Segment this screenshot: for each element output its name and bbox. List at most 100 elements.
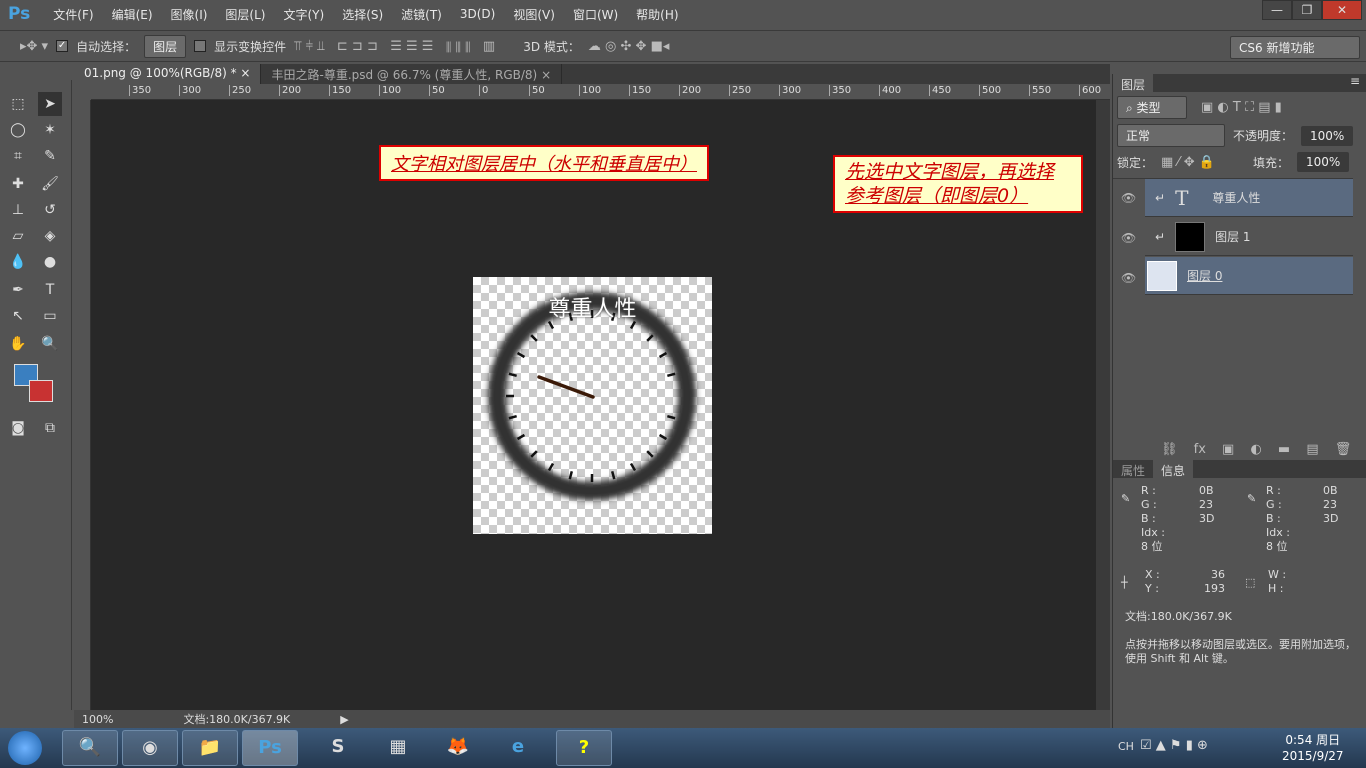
taskbar-app-search-icon[interactable]: 🔍 xyxy=(62,730,118,766)
path-select-icon[interactable]: ↖ xyxy=(6,304,30,328)
menu-select[interactable]: 选择(S) xyxy=(333,6,392,23)
menu-window[interactable]: 窗口(W) xyxy=(564,6,627,23)
document-image[interactable]: 尊重人性 xyxy=(473,277,712,534)
gauge-tick xyxy=(667,372,676,378)
menu-image[interactable]: 图像(I) xyxy=(162,6,217,23)
show-transform-checkbox[interactable] xyxy=(194,40,207,52)
stamp-tool-icon[interactable]: ⊥ xyxy=(6,198,30,222)
tab-01-png[interactable]: 01.png @ 100%(RGB/8) * × xyxy=(74,64,262,84)
right-panel: 图层 ≡ ⌕ 类型 ▣ ◐ T ⛶ ▤ ▮ 正常 不透明度： 100% 锁定： ▦… xyxy=(1112,74,1366,728)
workspace-dropdown[interactable]: CS6 新增功能 xyxy=(1230,36,1360,59)
input-language[interactable]: CH xyxy=(1118,740,1134,753)
pen-tool-icon[interactable]: ✒ xyxy=(6,278,30,302)
eye-icon[interactable]: 👁 xyxy=(1121,271,1136,285)
zoom-level[interactable]: 100% xyxy=(82,713,113,726)
taskbar-explorer-icon[interactable]: 📁 xyxy=(182,730,238,766)
taskbar-help-icon[interactable]: ? xyxy=(556,730,612,766)
auto-select-target-dropdown[interactable]: 图层 xyxy=(144,34,187,58)
menu-view[interactable]: 视图(V) xyxy=(504,6,564,23)
tab-psd[interactable]: 丰田之路-尊重.psd @ 66.7% (尊重人性, RGB/8) × xyxy=(261,64,563,84)
gauge-tick xyxy=(568,471,574,480)
eyedropper-icon: ✎ xyxy=(1121,492,1131,505)
ruler-tick-label: 450 xyxy=(929,85,951,96)
layer-row[interactable]: 图层 0 xyxy=(1145,257,1353,295)
taskbar-chrome-icon[interactable]: ◉ xyxy=(122,730,178,766)
eye-icon[interactable]: 👁 xyxy=(1121,231,1136,245)
menu-3d[interactable]: 3D(D) xyxy=(451,7,504,21)
crop-tool-icon[interactable]: ⌗ xyxy=(6,144,30,168)
ruler-tick-label: 200 xyxy=(679,85,701,96)
align-icons[interactable]: ⫪ ⫩ ⫫ ⊏ ⊐ ⊐ ☰ ☰ ☰ ⫴ ⫴ ⫴ ▥ xyxy=(294,39,495,54)
taskbar-photoshop-icon[interactable]: Ps xyxy=(242,730,298,766)
clock[interactable]: 0:54 周日 2015/9/27 xyxy=(1282,732,1344,764)
blur-tool-icon[interactable]: 💧 xyxy=(6,250,30,274)
start-button[interactable] xyxy=(8,731,42,765)
tab-properties[interactable]: 属性 xyxy=(1113,460,1153,481)
ruler-tick-label: 200 xyxy=(279,85,301,96)
doc-size: 文档:180.0K/367.9K xyxy=(183,713,291,726)
menu-edit[interactable]: 编辑(E) xyxy=(103,6,162,23)
gauge-tick xyxy=(547,462,555,472)
eye-icon[interactable]: 👁 xyxy=(1121,191,1136,205)
taskbar-sublime-icon[interactable]: S xyxy=(310,730,366,766)
lock-icons[interactable]: ▦ ⁄ ✥ 🔒 xyxy=(1161,155,1215,170)
minimize-button[interactable]: — xyxy=(1262,0,1292,20)
eyedropper-icon: ✎ xyxy=(1247,492,1257,505)
layer-actions-icons[interactable]: ⛓ fx ▣ ◐ ▬ ▤ 🗑 xyxy=(1161,442,1351,457)
3d-tools-icons[interactable]: ☁ ◎ ✣ ✥ ■◂ xyxy=(588,39,669,54)
blend-mode-dropdown[interactable]: 正常 xyxy=(1117,124,1225,147)
ruler-tick-label: 250 xyxy=(229,85,251,96)
rectangle-tool-icon[interactable]: ▭ xyxy=(38,304,62,328)
healing-brush-icon[interactable]: ✚ xyxy=(6,172,30,196)
menu-type[interactable]: 文字(Y) xyxy=(274,6,333,23)
layer-filter-icons[interactable]: ▣ ◐ T ⛶ ▤ ▮ xyxy=(1201,100,1282,115)
tool-hint: 点按并拖移以移动图层或选区。要用附加选项，使用 Shift 和 Alt 键。 xyxy=(1125,638,1356,665)
move-tool-icon[interactable]: ➤ xyxy=(38,92,62,116)
taskbar-ie-icon[interactable]: e xyxy=(490,730,546,766)
status-menu-arrow-icon[interactable]: ▶ xyxy=(340,713,348,726)
type-tool-icon[interactable]: T xyxy=(38,278,62,302)
tab-layers[interactable]: 图层 xyxy=(1113,74,1154,95)
close-button[interactable]: ✕ xyxy=(1322,0,1362,20)
brush-tool-icon[interactable]: 🖌 xyxy=(38,172,62,196)
zoom-tool-icon[interactable]: 🔍 xyxy=(38,332,62,356)
menu-file[interactable]: 文件(F) xyxy=(44,6,102,23)
opacity-input[interactable]: 100% xyxy=(1301,125,1354,146)
panel-menu-icon[interactable]: ≡ xyxy=(1350,74,1366,88)
auto-select-checkbox[interactable]: ✓ xyxy=(56,40,69,52)
menu-layer[interactable]: 图层(L) xyxy=(216,6,274,23)
ruler-tick-label: 500 xyxy=(979,85,1001,96)
taskbar-calculator-icon[interactable]: ▦ xyxy=(370,730,426,766)
taskbar-firefox-icon[interactable]: 🦊 xyxy=(430,730,486,766)
close-tab-icon[interactable]: × xyxy=(240,66,250,80)
eyedropper-icon[interactable]: ✎ xyxy=(38,144,62,168)
layers-list: 👁 ↵ T 尊重人性 👁 ↵ 图层 1 👁 图层 0 xyxy=(1113,178,1353,438)
layer-row[interactable]: ↵ T 尊重人性 xyxy=(1145,179,1353,217)
tray-icons[interactable]: ☑ ▲ ⚑ ▮ ⊕ xyxy=(1140,738,1208,753)
magic-wand-icon[interactable]: ✶ xyxy=(38,118,62,142)
layer-filter-dropdown[interactable]: ⌕ 类型 xyxy=(1117,96,1187,119)
menu-help[interactable]: 帮助(H) xyxy=(627,6,687,23)
layer-row[interactable]: ↵ 图层 1 xyxy=(1145,218,1353,256)
menu-filter[interactable]: 滤镜(T) xyxy=(392,6,451,23)
hand-tool-icon[interactable]: ✋ xyxy=(6,332,30,356)
history-brush-icon[interactable]: ↺ xyxy=(38,198,62,222)
marquee-tool-icon[interactable]: ⬚ xyxy=(6,92,30,116)
layer-thumbnail xyxy=(1147,260,1177,291)
lasso-tool-icon[interactable]: ◯ xyxy=(6,118,30,142)
screen-mode-icon[interactable]: ⧉ xyxy=(38,416,62,440)
move-tool-icon[interactable]: ▸✥ ▾ xyxy=(20,39,48,54)
show-transform-label: 显示变换控件 xyxy=(214,39,287,54)
photoshop-logo: Ps xyxy=(8,4,31,24)
dodge-tool-icon[interactable]: ● xyxy=(38,250,62,274)
paint-bucket-icon[interactable]: ◈ xyxy=(38,224,62,248)
tab-info[interactable]: 信息 xyxy=(1153,460,1194,481)
close-tab-icon[interactable]: × xyxy=(541,68,551,82)
canvas-area[interactable]: 文字相对图层居中（水平和垂直居中） 先选中文字图层，再选择参考图层（即图层0） … xyxy=(91,100,1096,710)
background-color-swatch[interactable] xyxy=(29,380,53,402)
fill-input[interactable]: 100% xyxy=(1296,152,1350,172)
eraser-tool-icon[interactable]: ▱ xyxy=(6,224,30,248)
vertical-scrollbar[interactable] xyxy=(1096,100,1110,710)
quick-mask-icon[interactable]: ◙ xyxy=(6,416,30,440)
restore-button[interactable]: ❐ xyxy=(1292,0,1322,20)
